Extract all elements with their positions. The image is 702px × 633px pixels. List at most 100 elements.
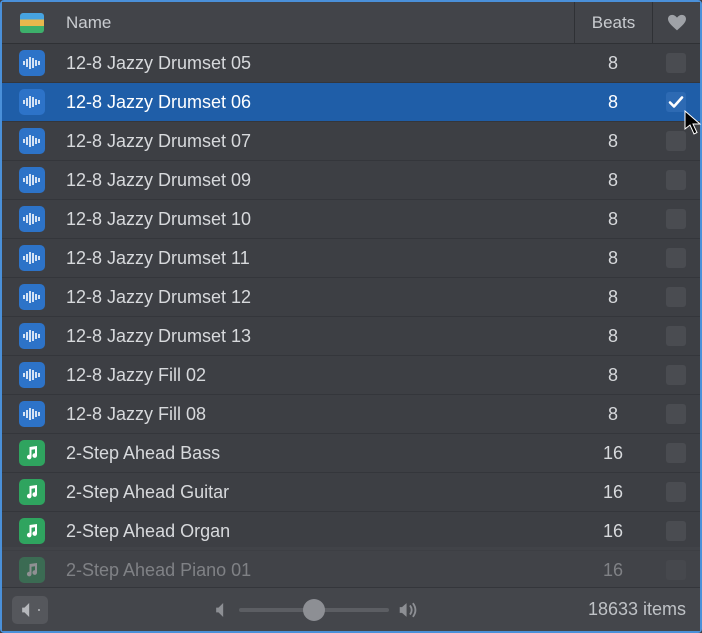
favorite-cell (652, 248, 700, 268)
favorite-checkbox[interactable] (666, 521, 686, 541)
loop-type-cell (2, 479, 62, 505)
loop-type-cell (2, 167, 62, 193)
table-row[interactable]: 12-8 Jazzy Fill 088 (2, 395, 700, 434)
audio-loop-icon (19, 362, 45, 388)
favorite-cell (652, 521, 700, 541)
favorite-checkbox[interactable] (666, 287, 686, 307)
audio-loop-icon (19, 167, 45, 193)
loop-type-cell (2, 89, 62, 115)
filter-all-types-button[interactable] (2, 13, 62, 33)
favorite-checkbox[interactable] (666, 482, 686, 502)
loop-type-cell (2, 50, 62, 76)
table-row[interactable]: 12-8 Jazzy Drumset 078 (2, 122, 700, 161)
volume-slider-thumb[interactable] (303, 599, 325, 621)
item-count-label: 18633 items (588, 599, 686, 620)
volume-low-icon (215, 603, 229, 617)
table-row[interactable]: 2-Step Ahead Piano 0116 (2, 551, 700, 587)
loop-name: 12-8 Jazzy Drumset 10 (62, 209, 574, 230)
loop-list[interactable]: 12-8 Jazzy Drumset 05812-8 Jazzy Drumset… (2, 44, 700, 587)
table-row[interactable]: 12-8 Jazzy Drumset 108 (2, 200, 700, 239)
favorite-cell (652, 326, 700, 346)
loop-beats: 16 (574, 560, 652, 581)
favorite-cell (652, 53, 700, 73)
column-header-name[interactable]: Name (62, 13, 574, 33)
audio-loop-icon (19, 323, 45, 349)
table-row[interactable]: 2-Step Ahead Organ16 (2, 512, 700, 551)
table-row[interactable]: 12-8 Jazzy Drumset 098 (2, 161, 700, 200)
loop-beats: 8 (574, 365, 652, 386)
loop-name: 12-8 Jazzy Drumset 05 (62, 53, 574, 74)
favorite-cell (652, 131, 700, 151)
loop-beats: 8 (574, 326, 652, 347)
loop-beats: 16 (574, 521, 652, 542)
loop-beats: 8 (574, 131, 652, 152)
loop-beats: 8 (574, 53, 652, 74)
loop-name: 12-8 Jazzy Fill 02 (62, 365, 574, 386)
table-row[interactable]: 2-Step Ahead Bass16 (2, 434, 700, 473)
audio-loop-icon (19, 401, 45, 427)
loop-type-cell (2, 557, 62, 583)
loop-beats: 16 (574, 443, 652, 464)
loop-beats: 8 (574, 170, 652, 191)
favorite-checkbox[interactable] (666, 404, 686, 424)
volume-slider[interactable] (239, 608, 389, 612)
loop-type-cell (2, 128, 62, 154)
loop-type-cell (2, 518, 62, 544)
favorite-checkbox[interactable] (666, 248, 686, 268)
loop-name: 2-Step Ahead Bass (62, 443, 574, 464)
heart-icon (667, 14, 687, 32)
table-row[interactable]: 2-Step Ahead Guitar16 (2, 473, 700, 512)
loop-name: 2-Step Ahead Guitar (62, 482, 574, 503)
table-row[interactable]: 12-8 Jazzy Drumset 128 (2, 278, 700, 317)
favorite-checkbox[interactable] (666, 443, 686, 463)
loop-beats: 8 (574, 248, 652, 269)
loop-beats: 16 (574, 482, 652, 503)
loop-name: 12-8 Jazzy Drumset 07 (62, 131, 574, 152)
preview-volume-control (60, 602, 576, 618)
loop-type-cell (2, 440, 62, 466)
volume-high-icon (399, 602, 421, 618)
loop-beats: 8 (574, 92, 652, 113)
favorite-checkbox[interactable] (666, 53, 686, 73)
favorite-checkbox[interactable] (666, 131, 686, 151)
speaker-dot-icon (38, 609, 40, 611)
midi-loop-icon (19, 479, 45, 505)
table-row[interactable]: 12-8 Jazzy Fill 028 (2, 356, 700, 395)
favorite-cell (652, 365, 700, 385)
favorite-checkbox[interactable] (666, 560, 686, 580)
audio-loop-icon (19, 89, 45, 115)
loop-name: 2-Step Ahead Piano 01 (62, 560, 574, 581)
favorite-cell (652, 560, 700, 580)
audio-loop-icon (19, 245, 45, 271)
favorite-checkbox[interactable] (666, 170, 686, 190)
table-row[interactable]: 12-8 Jazzy Drumset 058 (2, 44, 700, 83)
loop-type-cell (2, 323, 62, 349)
loop-name: 12-8 Jazzy Drumset 11 (62, 248, 574, 269)
loop-type-cell (2, 362, 62, 388)
audio-loop-icon (19, 284, 45, 310)
footer-bar: 18633 items (2, 587, 700, 631)
favorite-cell (652, 92, 700, 112)
midi-loop-icon (19, 440, 45, 466)
favorite-cell (652, 404, 700, 424)
loop-type-filter-icon (20, 13, 44, 33)
loop-beats: 8 (574, 209, 652, 230)
favorite-cell (652, 482, 700, 502)
table-row[interactable]: 12-8 Jazzy Drumset 068 (2, 83, 700, 122)
table-row[interactable]: 12-8 Jazzy Drumset 138 (2, 317, 700, 356)
column-header-favorite[interactable] (652, 2, 700, 43)
audio-loop-icon (19, 128, 45, 154)
favorite-cell (652, 287, 700, 307)
preview-play-button[interactable] (12, 596, 48, 624)
favorite-checkbox[interactable] (666, 365, 686, 385)
favorite-checkbox[interactable] (666, 326, 686, 346)
favorite-cell (652, 443, 700, 463)
column-header-beats[interactable]: Beats (574, 2, 652, 43)
favorite-checkbox[interactable] (666, 209, 686, 229)
audio-loop-icon (19, 50, 45, 76)
table-row[interactable]: 12-8 Jazzy Drumset 118 (2, 239, 700, 278)
loop-beats: 8 (574, 287, 652, 308)
midi-loop-icon (19, 557, 45, 583)
favorite-checkbox[interactable] (666, 92, 686, 112)
loop-name: 12-8 Jazzy Drumset 13 (62, 326, 574, 347)
